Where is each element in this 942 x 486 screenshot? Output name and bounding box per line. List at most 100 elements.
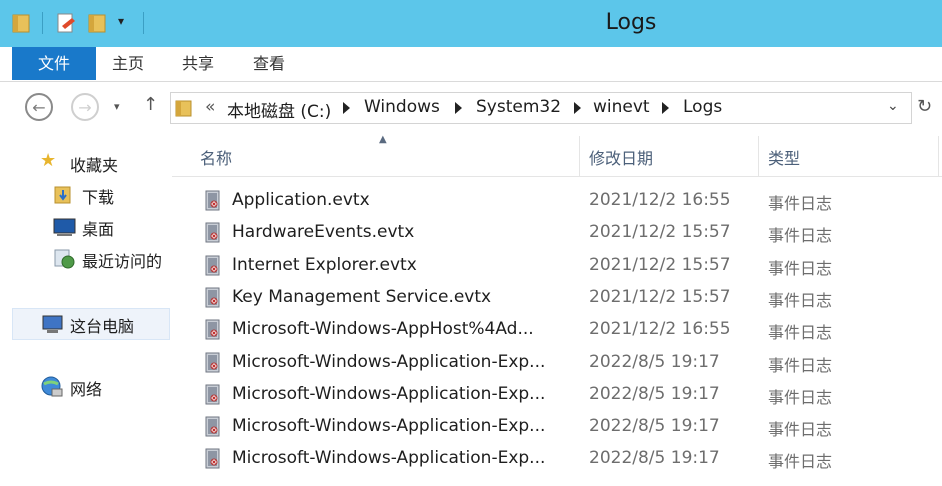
nav-item-desktop[interactable]: 桌面 <box>0 212 172 242</box>
file-date: 2022/8/5 19:17 <box>589 416 720 437</box>
file-row[interactable]: Application.evtx 2021/12/2 16:55 事件日志 <box>172 186 942 218</box>
breadcrumb-logs[interactable]: Logs <box>683 97 722 117</box>
nav-item-label: 这台电脑 <box>70 317 135 336</box>
file-name: Microsoft-Windows-Application-Exp... <box>232 351 546 372</box>
column-header-name[interactable]: 名称 <box>200 145 232 169</box>
file-type: 事件日志 <box>768 387 833 407</box>
event-log-file-icon <box>205 352 220 372</box>
recent-locations-icon[interactable]: ▾ <box>114 100 120 113</box>
chevron-down-icon[interactable]: ⌄ <box>887 98 899 114</box>
file-type: 事件日志 <box>768 258 833 278</box>
file-row[interactable]: Internet Explorer.evtx 2021/12/2 15:57 事件日… <box>172 251 942 283</box>
computer-icon <box>42 315 63 333</box>
event-log-file-icon <box>205 416 220 437</box>
file-row[interactable]: Microsoft-Windows-AppHost%4Ad... 2021/12/… <box>172 315 942 347</box>
file-list-pane: ▲ 名称 修改日期 类型 Application.evtx 2021/12/2 1… <box>172 134 942 486</box>
file-name: Microsoft-Windows-Application-Exp... <box>232 416 546 437</box>
event-log-file-icon <box>205 384 220 405</box>
event-log-file-icon <box>205 255 220 276</box>
breadcrumb-separator-icon[interactable] <box>343 102 350 114</box>
address-row: ← → ▾ ↑ « 本地磁盘 (C:) Windows System32 win… <box>0 82 942 136</box>
nav-item-recent[interactable]: 最近访问的 <box>0 244 172 274</box>
nav-item-label: 网络 <box>70 380 103 399</box>
arrow-right-icon: → <box>78 97 92 117</box>
window-title: Logs <box>605 10 657 35</box>
file-type: 事件日志 <box>768 226 833 246</box>
navigation-pane: ★ 收藏夹 下载 桌面 最近访问的 这台电脑 网络 <box>0 136 172 486</box>
address-bar[interactable]: « 本地磁盘 (C:) Windows System32 winevt Logs… <box>170 92 912 124</box>
file-date: 2021/12/2 16:55 <box>589 190 731 210</box>
breadcrumb-winevt[interactable]: winevt <box>593 97 650 117</box>
forward-button[interactable]: → <box>71 93 99 121</box>
file-row[interactable]: Microsoft-Windows-Application-Exp... 2022… <box>172 444 942 476</box>
file-type: 事件日志 <box>768 452 833 472</box>
file-name: Microsoft-Windows-Application-Exp... <box>232 383 546 404</box>
event-log-file-icon <box>205 319 220 340</box>
breadcrumb-windows[interactable]: Windows <box>364 97 440 117</box>
file-name: Microsoft-Windows-AppHost%4Ad... <box>232 319 534 340</box>
title-bar: ▾ Logs <box>0 0 942 47</box>
nav-item-label: 最近访问的 <box>82 252 163 271</box>
file-row[interactable]: HardwareEvents.evtx 2021/12/2 15:57 事件日志 <box>172 218 942 250</box>
event-log-file-icon <box>205 190 220 211</box>
nav-item-label: 收藏夹 <box>70 156 119 175</box>
folder-icon <box>175 100 192 117</box>
desktop-icon <box>53 218 76 236</box>
nav-item-this-pc[interactable]: 这台电脑 <box>12 308 170 340</box>
nav-item-downloads[interactable]: 下载 <box>0 180 172 210</box>
file-date: 2021/12/2 15:57 <box>589 254 731 275</box>
breadcrumb-separator-icon[interactable] <box>574 102 581 114</box>
column-divider[interactable] <box>938 136 939 176</box>
file-name: Key Management Service.evtx <box>232 286 492 307</box>
column-header-row: ▲ 名称 修改日期 类型 <box>172 134 942 177</box>
up-arrow-icon[interactable]: ↑ <box>143 94 158 115</box>
event-log-file-icon <box>205 287 220 308</box>
file-type: 事件日志 <box>768 194 833 213</box>
nav-item-network[interactable]: 网络 <box>0 372 172 402</box>
file-row[interactable]: Microsoft-Windows-Application-Exp... 2022… <box>172 412 942 444</box>
file-type: 事件日志 <box>768 420 833 440</box>
nav-item-label: 下载 <box>82 188 115 207</box>
tab-view[interactable]: 查看 <box>253 47 285 79</box>
file-name: HardwareEvents.evtx <box>232 222 415 243</box>
ribbon-tabs: 文件 主页 共享 查看 <box>0 47 942 82</box>
breadcrumb-system32[interactable]: System32 <box>476 97 561 117</box>
file-date: 2022/8/5 19:17 <box>589 383 720 404</box>
file-date: 2021/12/2 15:57 <box>589 286 731 307</box>
file-row[interactable]: Microsoft-Windows-Application-Exp... 2022… <box>172 380 942 412</box>
arrow-left-icon: ← <box>32 97 46 117</box>
file-date: 2021/12/2 15:57 <box>589 222 731 243</box>
sort-ascending-icon: ▲ <box>379 134 387 145</box>
nav-item-favorites[interactable]: ★ 收藏夹 <box>0 148 172 178</box>
recent-places-icon <box>54 249 75 269</box>
event-log-file-icon <box>205 222 220 243</box>
file-name: Internet Explorer.evtx <box>232 254 417 275</box>
breadcrumb-overflow[interactable]: « <box>205 97 215 117</box>
breadcrumb-local-disk[interactable]: 本地磁盘 (C:) <box>227 97 331 122</box>
file-date: 2022/8/5 19:17 <box>589 351 720 372</box>
network-icon <box>41 376 63 397</box>
file-name: Microsoft-Windows-Application-Exp... <box>232 448 546 469</box>
column-header-type[interactable]: 类型 <box>768 145 800 169</box>
breadcrumb-separator-icon[interactable] <box>455 102 462 114</box>
breadcrumb-separator-icon[interactable] <box>662 102 669 114</box>
column-divider[interactable] <box>758 136 759 176</box>
file-row[interactable]: Microsoft-Windows-Application-Exp... 2022… <box>172 348 942 380</box>
tab-file[interactable]: 文件 <box>12 47 96 80</box>
file-name: Application.evtx <box>232 190 370 210</box>
file-date: 2022/8/5 19:17 <box>589 448 720 469</box>
star-icon: ★ <box>40 150 57 171</box>
file-row[interactable]: Key Management Service.evtx 2021/12/2 15:… <box>172 283 942 315</box>
file-type: 事件日志 <box>768 355 833 375</box>
column-header-date[interactable]: 修改日期 <box>589 145 653 169</box>
nav-item-label: 桌面 <box>82 220 115 239</box>
tab-share[interactable]: 共享 <box>182 47 214 79</box>
back-button[interactable]: ← <box>25 93 53 121</box>
event-log-file-icon <box>205 448 220 469</box>
column-divider[interactable] <box>579 136 580 176</box>
refresh-icon[interactable]: ↻ <box>917 96 932 117</box>
file-date: 2021/12/2 16:55 <box>589 319 731 340</box>
file-type: 事件日志 <box>768 323 833 343</box>
file-type: 事件日志 <box>768 290 833 310</box>
tab-home[interactable]: 主页 <box>112 47 144 79</box>
